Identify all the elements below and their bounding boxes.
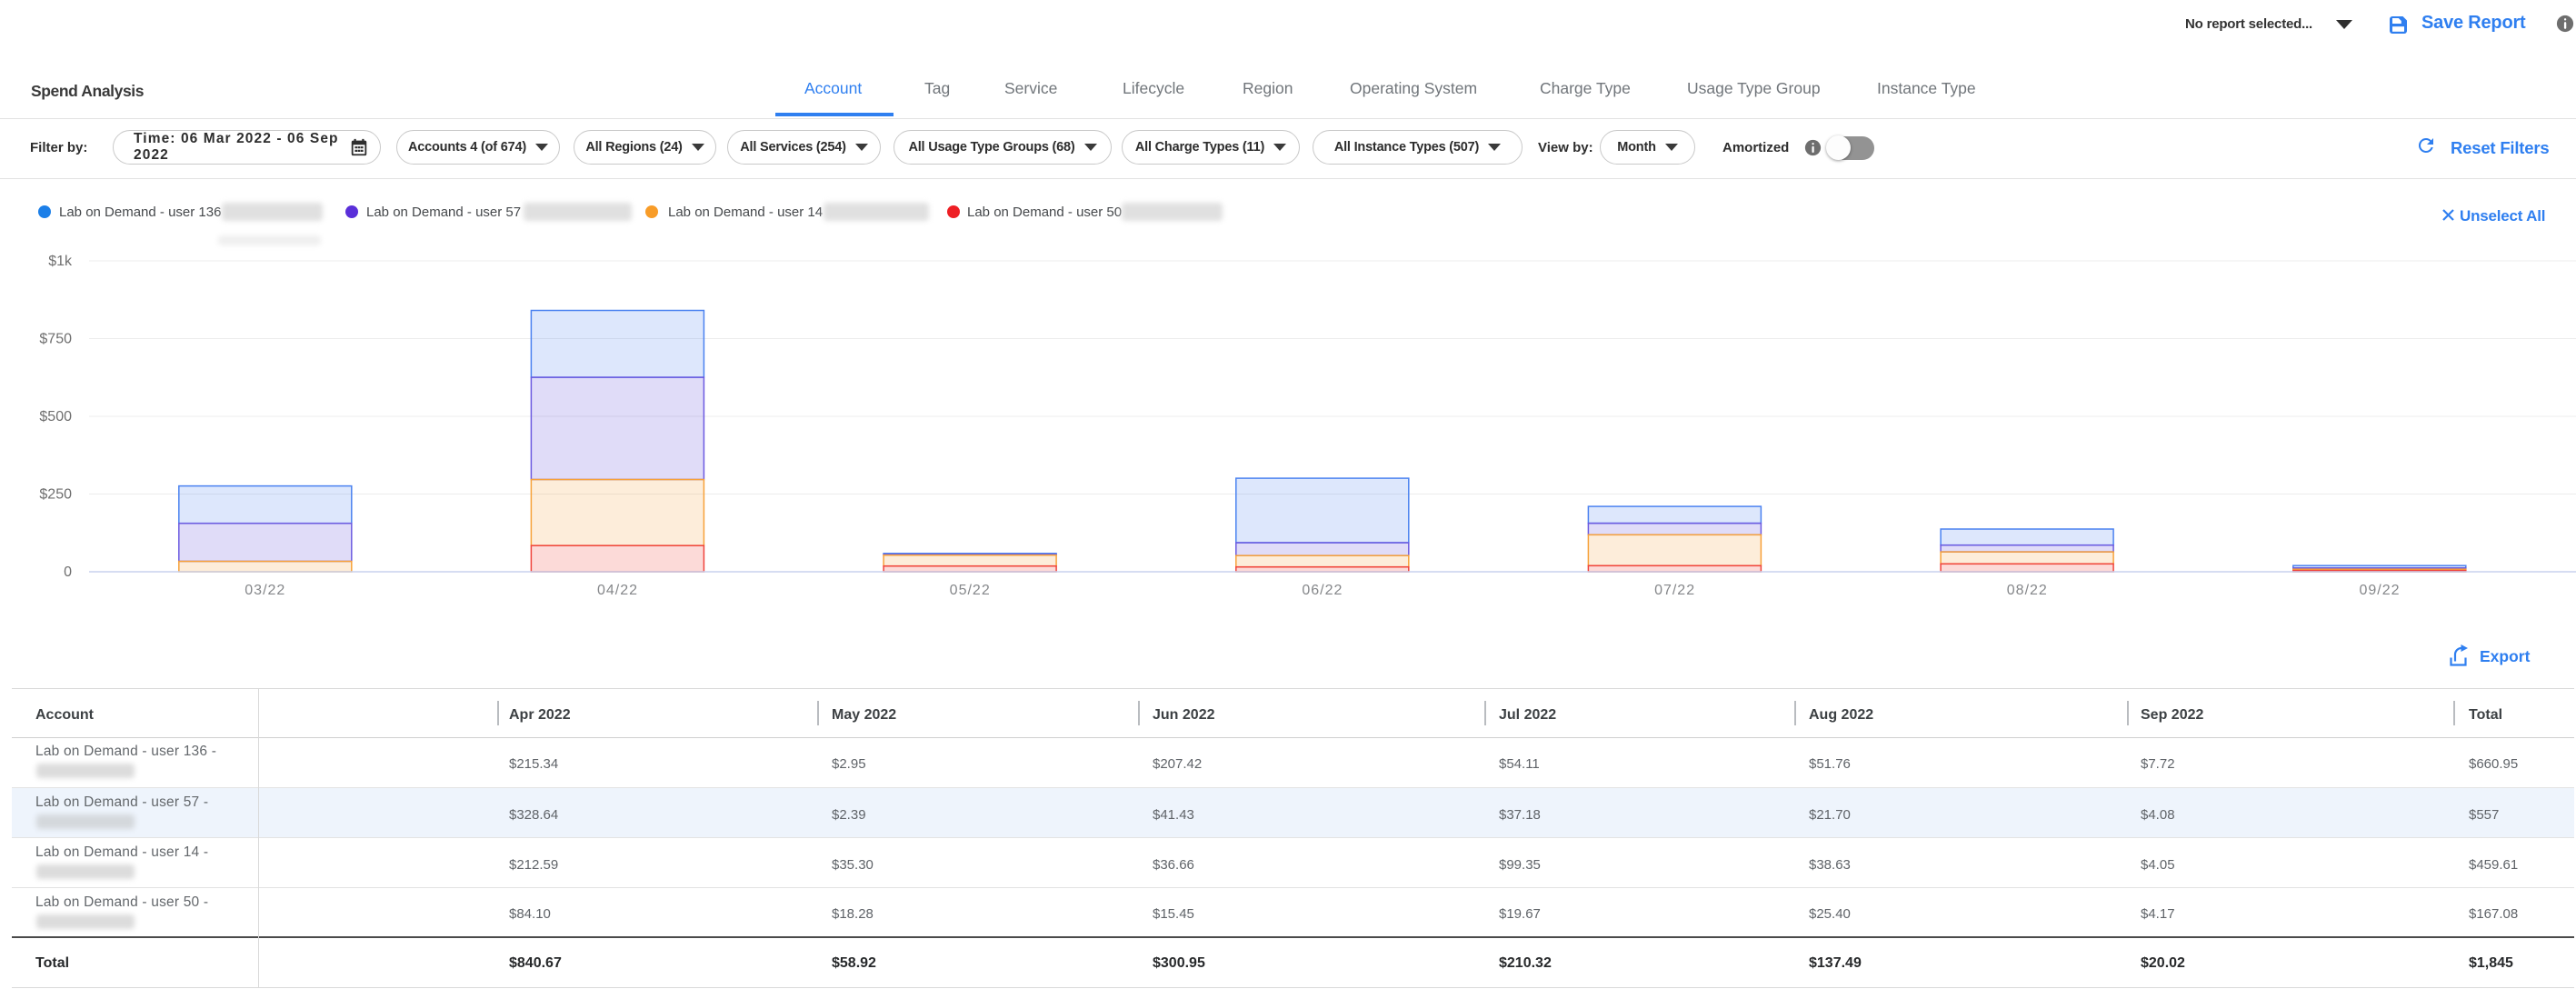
- svg-text:$750: $750: [39, 332, 72, 347]
- svg-text:05/22: 05/22: [950, 583, 991, 598]
- svg-text:$500: $500: [39, 409, 72, 425]
- svg-text:$1k: $1k: [48, 254, 73, 269]
- svg-text:03/22: 03/22: [245, 583, 285, 598]
- svg-text:$250: $250: [39, 487, 72, 503]
- svg-text:09/22: 09/22: [2359, 583, 2400, 598]
- svg-text:06/22: 06/22: [1302, 583, 1343, 598]
- svg-text:08/22: 08/22: [2007, 583, 2048, 598]
- svg-text:04/22: 04/22: [597, 583, 638, 598]
- svg-text:07/22: 07/22: [1654, 583, 1695, 598]
- svg-text:0: 0: [64, 564, 72, 580]
